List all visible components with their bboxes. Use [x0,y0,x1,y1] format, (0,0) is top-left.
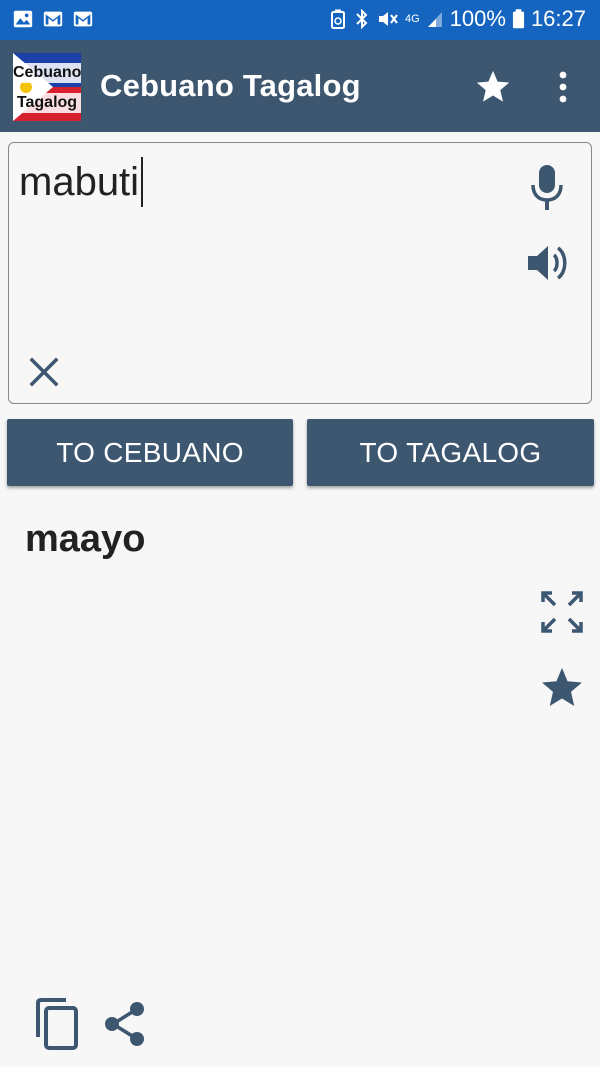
to-tagalog-button[interactable]: TO TAGALOG [307,419,594,486]
status-bar: 4G 100% 16:27 [0,0,600,40]
microphone-icon[interactable] [527,163,567,213]
copy-icon[interactable] [32,997,82,1051]
gmail-icon [43,11,63,27]
app-logo: Cebuano Tagalog [13,53,81,121]
mute-icon [378,12,398,26]
signal-icon [427,12,442,27]
translation-result: maayo [25,518,146,560]
battery-icon [512,9,525,29]
logo-text-cebuano: Cebuano [13,64,81,81]
notification-icons [12,8,94,30]
clock: 16:27 [530,6,586,31]
speaker-icon[interactable] [524,239,572,287]
share-icon[interactable] [100,999,150,1049]
app-bar: Cebuano Tagalog Cebuano Tagalog [0,40,600,132]
battery-saver-icon [330,9,345,29]
input-value: mabuti [19,159,140,204]
to-cebuano-button[interactable]: TO CEBUANO [7,419,293,486]
battery-percent: 100% [449,6,506,31]
overflow-menu-icon[interactable] [552,70,574,104]
gmail-icon [73,11,93,27]
image-notification-icon [13,10,33,28]
star-icon[interactable] [474,68,512,106]
system-status: 4G 100% 16:27 [329,6,586,32]
favorite-star-icon[interactable] [538,665,586,711]
app-title: Cebuano Tagalog [100,68,361,103]
text-input-card[interactable]: mabuti [8,142,592,404]
logo-text-tagalog: Tagalog [16,94,78,111]
bluetooth-icon [356,9,368,29]
clear-icon[interactable] [27,355,61,389]
text-input[interactable]: mabuti [19,157,144,207]
text-caret [141,157,144,207]
network-type: 4G [404,12,420,25]
expand-icon[interactable] [540,590,584,634]
